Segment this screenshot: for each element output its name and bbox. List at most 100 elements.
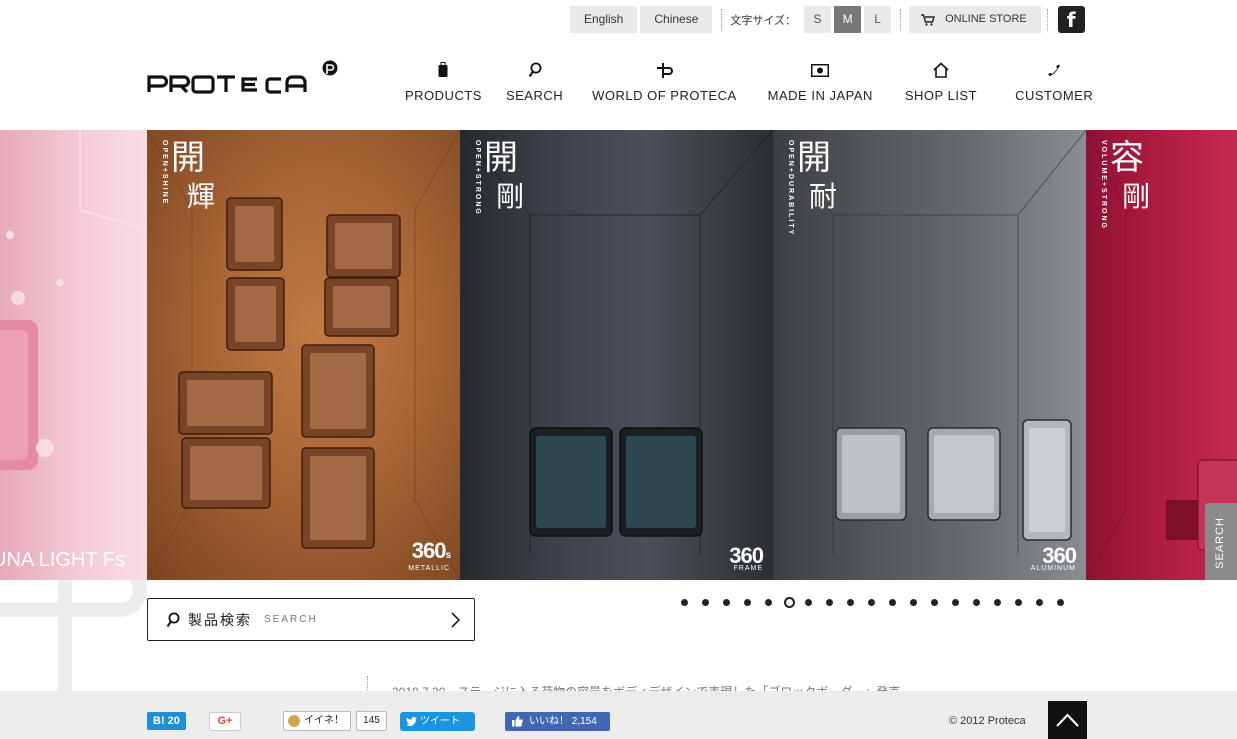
slide-title: OPEN+DURABILITY 開 耐 [787,140,837,236]
mixi-check-button[interactable]: イイネ！ [283,711,351,731]
carousel-slide-360-frame[interactable]: OPEN+STRONG 開 剛 360 FRAME [460,130,773,580]
nav-label: PRODUCTS [405,88,482,103]
font-size-medium-button[interactable]: M [834,6,862,33]
slide-tagline: OPEN+DURABILITY [787,140,794,237]
carousel-dot[interactable] [952,599,959,606]
product-number: 360 [1042,543,1077,568]
proteca-logo[interactable] [147,60,339,94]
nav-label: SEARCH [505,88,564,103]
search-icon [528,62,542,78]
divider [1046,8,1048,31]
slide-kanji-2: 耐 [809,180,838,213]
slide-kanji-2: 剛 [496,180,525,213]
carousel-dot[interactable] [910,599,917,606]
tweet-label: ツイート [420,716,460,727]
product-search-box[interactable]: 製品検索 [147,598,475,641]
product-number: 360 [411,538,447,563]
copyright: © 2012 Proteca [949,715,1026,727]
carousel-dot[interactable] [847,599,854,606]
carousel-dot[interactable] [744,599,751,606]
product-sub: FRAME [733,565,763,572]
chevron-up-icon [1056,713,1079,727]
mixi-count: 145 [356,711,387,731]
phone-icon [1048,64,1061,76]
carousel-dot[interactable] [973,599,980,606]
cart-icon [921,13,936,26]
slide-kanji-2: 輝 [187,180,216,213]
slide-title: OPEN+STRONG 開 剛 [474,140,524,216]
footer-bar: B! 20 G+ イイネ！ 145 ツイート いいね！ 2,154 © 2012… [0,691,1237,739]
online-store-label: ONLINE STORE [945,13,1027,25]
carousel-slide-luna-light[interactable]: UNA LIGHT Fs [0,130,147,580]
nav-made-in-japan[interactable]: MADE IN JAPAN [752,60,889,103]
nav-search[interactable]: SEARCH [492,60,577,103]
carousel-dot[interactable] [931,599,938,606]
carousel-dot[interactable] [805,599,812,606]
like-label: いいね！ 2,154 [529,716,597,727]
carousel-dot[interactable] [1057,599,1064,606]
search-icon [166,612,180,627]
font-size-label: 文字サイズ： [730,14,797,27]
carousel-dot[interactable] [723,599,730,606]
facebook-icon[interactable]: f [1057,6,1085,33]
carousel-dot[interactable] [765,599,772,606]
utility-bar: English Chinese 文字サイズ： S M L ONLINE STOR… [570,6,1085,33]
product-suffix: s [445,550,450,561]
carousel-slide-360s-metallic[interactable]: OPEN+SHINE 開 輝 360s METALLIC [147,130,460,580]
chevron-right-icon[interactable] [450,612,460,628]
google-plus-button[interactable]: G+ [209,712,241,731]
slide-kanji-2: 剛 [1122,180,1151,213]
nav-customer[interactable]: CUSTOMER [993,60,1101,103]
divider [900,8,902,31]
hero-carousel[interactable]: UNA LIGHT Fs OPEN+SHINE 開 輝 360s METALLI… [0,130,1237,580]
nav-label: MADE IN JAPAN [767,88,873,103]
nav-world-of-proteca[interactable]: WORLD OF PROTECA [577,60,752,103]
carousel-dot[interactable] [1015,599,1022,606]
facebook-like-button[interactable]: いいね！ 2,154 [505,712,610,731]
hatena-bookmark-button[interactable]: B! 20 [147,712,186,730]
nav-products[interactable]: PRODUCTS [395,60,492,103]
carousel-pagination [681,597,1078,608]
proteca-mark-icon [657,62,674,78]
carousel-dot[interactable] [994,599,1001,606]
carousel-slide-360-aluminum[interactable]: OPEN+DURABILITY 開 耐 360 ALUMINUM [773,130,1086,580]
product-badge: 360s METALLIC [408,538,451,573]
slide-tagline: OPEN+SHINE [161,140,168,206]
carousel-dot[interactable] [681,599,688,606]
nav-shop-list[interactable]: SHOP LIST [889,60,993,103]
divider [721,8,723,31]
thumbs-up-icon [512,716,523,727]
product-badge: 360 FRAME [729,543,764,573]
side-search-tab[interactable]: SEARCH [1205,503,1237,580]
page-top-button[interactable] [1048,701,1087,739]
font-size-large-button[interactable]: L [864,6,892,33]
nav-label: SHOP LIST [904,88,978,103]
carousel-dot[interactable] [1036,599,1043,606]
suitcase-icon [438,62,448,77]
language-chinese-button[interactable]: Chinese [640,6,713,33]
product-badge: 360 ALUMINUM [1031,543,1077,573]
slide-kanji-1: 開 [797,138,831,178]
slide-kanji-1: 開 [484,138,518,178]
slide-title: VOLUME+STRONG 容 剛 [1100,140,1150,230]
slide-tagline: VOLUME+STRONG [1100,140,1107,230]
font-size-small-button[interactable]: S [804,6,832,33]
product-number: 360 [729,543,764,568]
slide-title: OPEN+SHINE 開 輝 [161,140,215,212]
twitter-bird-icon [406,717,417,726]
carousel-dot[interactable] [826,599,833,606]
product-search-label: 製品検索 [188,611,252,628]
carousel-dot[interactable] [702,599,709,606]
carousel-dot-active[interactable] [784,597,795,608]
tweet-button[interactable]: ツイート [400,712,475,731]
carousel-dot[interactable] [868,599,875,606]
slide-kanji-1: 容 [1110,138,1144,178]
online-store-button[interactable]: ONLINE STORE [909,6,1041,33]
house-icon [933,62,949,78]
language-english-button[interactable]: English [570,6,638,33]
suitcase-image [0,130,147,470]
product-search-input[interactable] [264,614,434,625]
slide-kanji-1: 開 [171,138,205,178]
carousel-dot[interactable] [889,599,896,606]
product-name-luna: UNA LIGHT Fs [0,549,125,571]
